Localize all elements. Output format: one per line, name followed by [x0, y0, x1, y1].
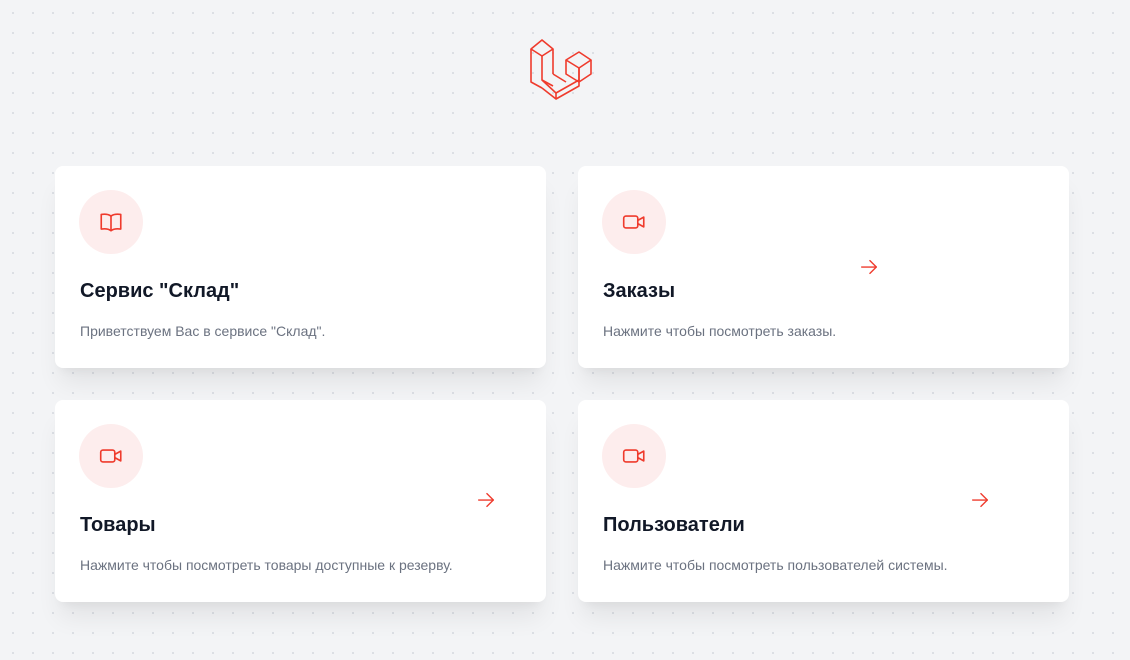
card-description: Нажмите чтобы посмотреть товары доступны…	[80, 557, 453, 573]
laravel-logo-icon	[530, 39, 592, 100]
card-title: Заказы	[603, 280, 676, 302]
card-service-sklad[interactable]: Сервис "Склад" Приветствуем Вас в сервис…	[55, 166, 546, 368]
card-orders[interactable]: Заказы Нажмите чтобы посмотреть заказы.	[578, 166, 1069, 368]
video-camera-icon	[99, 449, 122, 463]
video-camera-icon	[622, 215, 645, 229]
arrow-right-icon[interactable]	[858, 256, 880, 278]
card-products[interactable]: Товары Нажмите чтобы посмотреть товары д…	[55, 400, 546, 602]
card-icon-circle	[79, 190, 143, 254]
card-icon-circle	[79, 424, 143, 488]
card-description: Нажмите чтобы посмотреть пользователей с…	[603, 557, 948, 573]
card-title: Пользователи	[603, 514, 745, 536]
card-description: Приветствуем Вас в сервисе "Склад".	[80, 323, 326, 339]
card-users[interactable]: Пользователи Нажмите чтобы посмотреть по…	[578, 400, 1069, 602]
card-description: Нажмите чтобы посмотреть заказы.	[603, 323, 837, 339]
arrow-right-icon[interactable]	[475, 489, 497, 511]
arrow-right-icon[interactable]	[969, 489, 991, 511]
card-title: Товары	[80, 514, 156, 536]
video-camera-icon	[622, 449, 645, 463]
card-icon-circle	[602, 424, 666, 488]
book-icon	[100, 213, 122, 232]
card-title: Сервис "Склад"	[80, 280, 240, 302]
card-icon-circle	[602, 190, 666, 254]
